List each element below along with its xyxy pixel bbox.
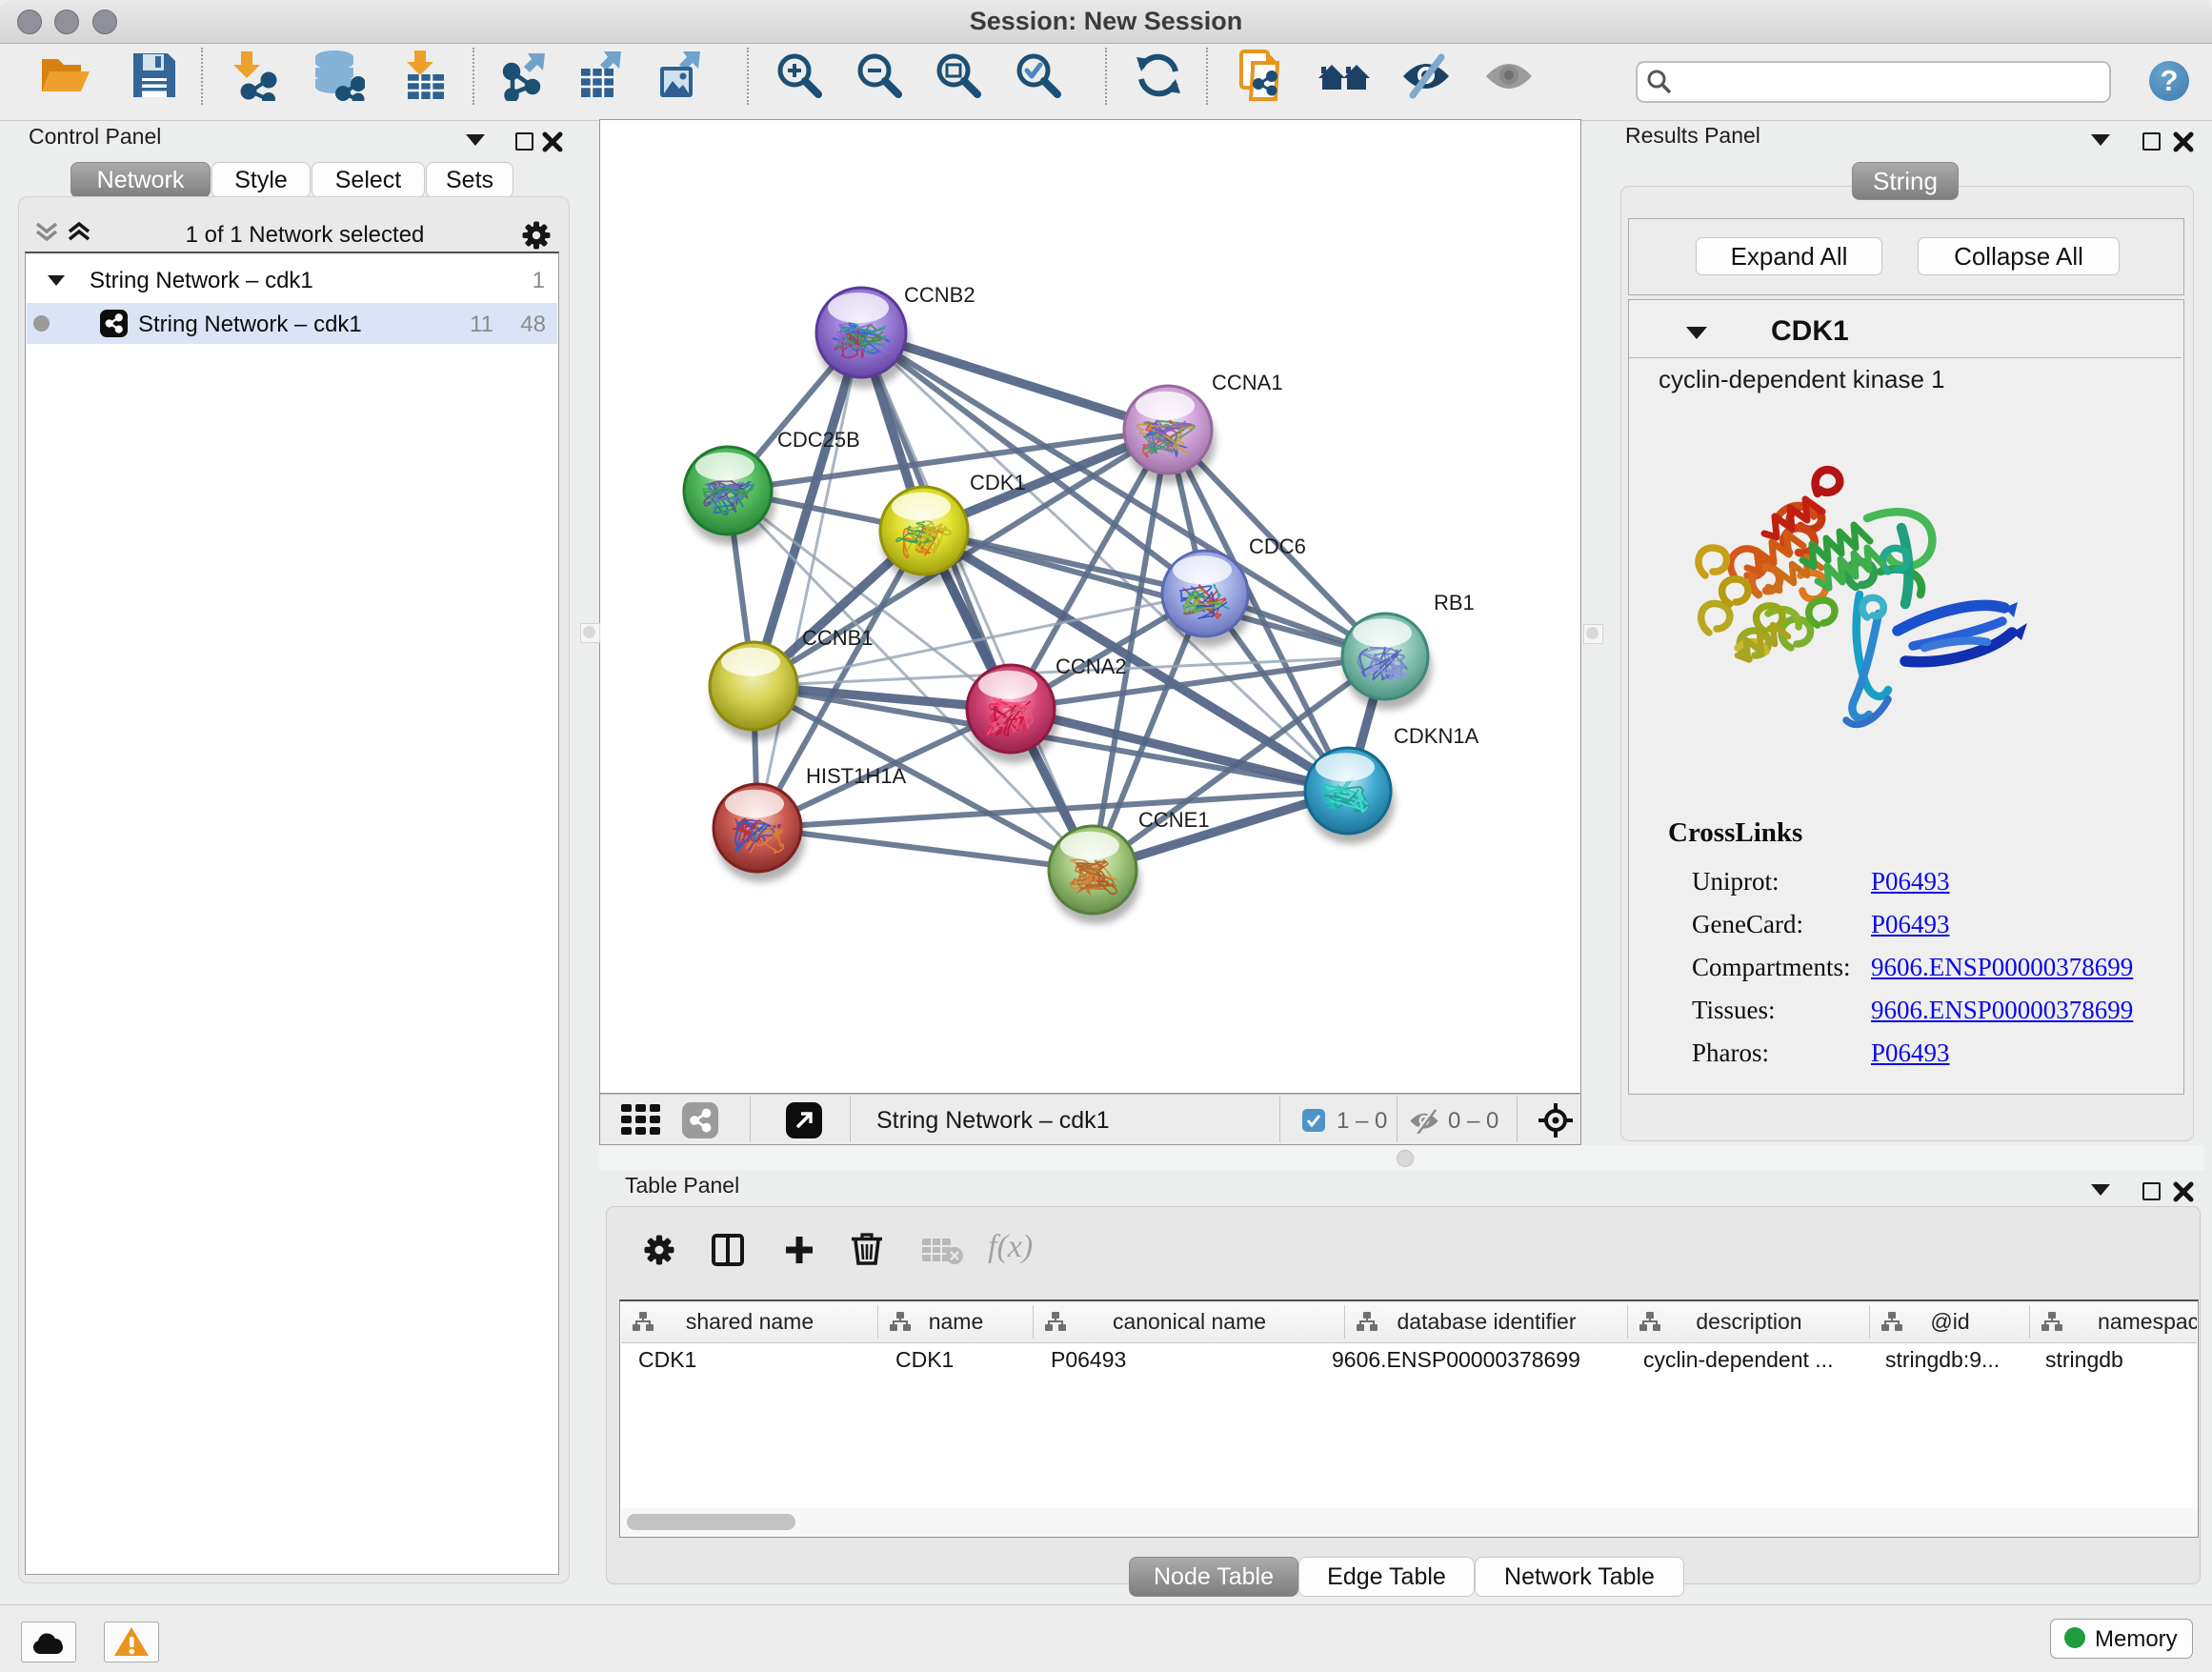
svg-text:CDKN1A: CDKN1A [1394,724,1479,748]
svg-text:CDK1: CDK1 [970,471,1026,494]
svg-text:HIST1H1A: HIST1H1A [806,764,906,788]
svg-text:RB1: RB1 [1434,591,1475,614]
svg-text:CDC25B: CDC25B [777,428,860,452]
svg-text:CCNA2: CCNA2 [1056,655,1127,678]
svg-text:CCNB2: CCNB2 [904,283,975,307]
svg-text:CCNA1: CCNA1 [1212,371,1283,394]
svg-text:CCNE1: CCNE1 [1138,808,1210,832]
svg-text:CDC6: CDC6 [1249,534,1306,558]
svg-text:CCNB1: CCNB1 [802,626,874,650]
